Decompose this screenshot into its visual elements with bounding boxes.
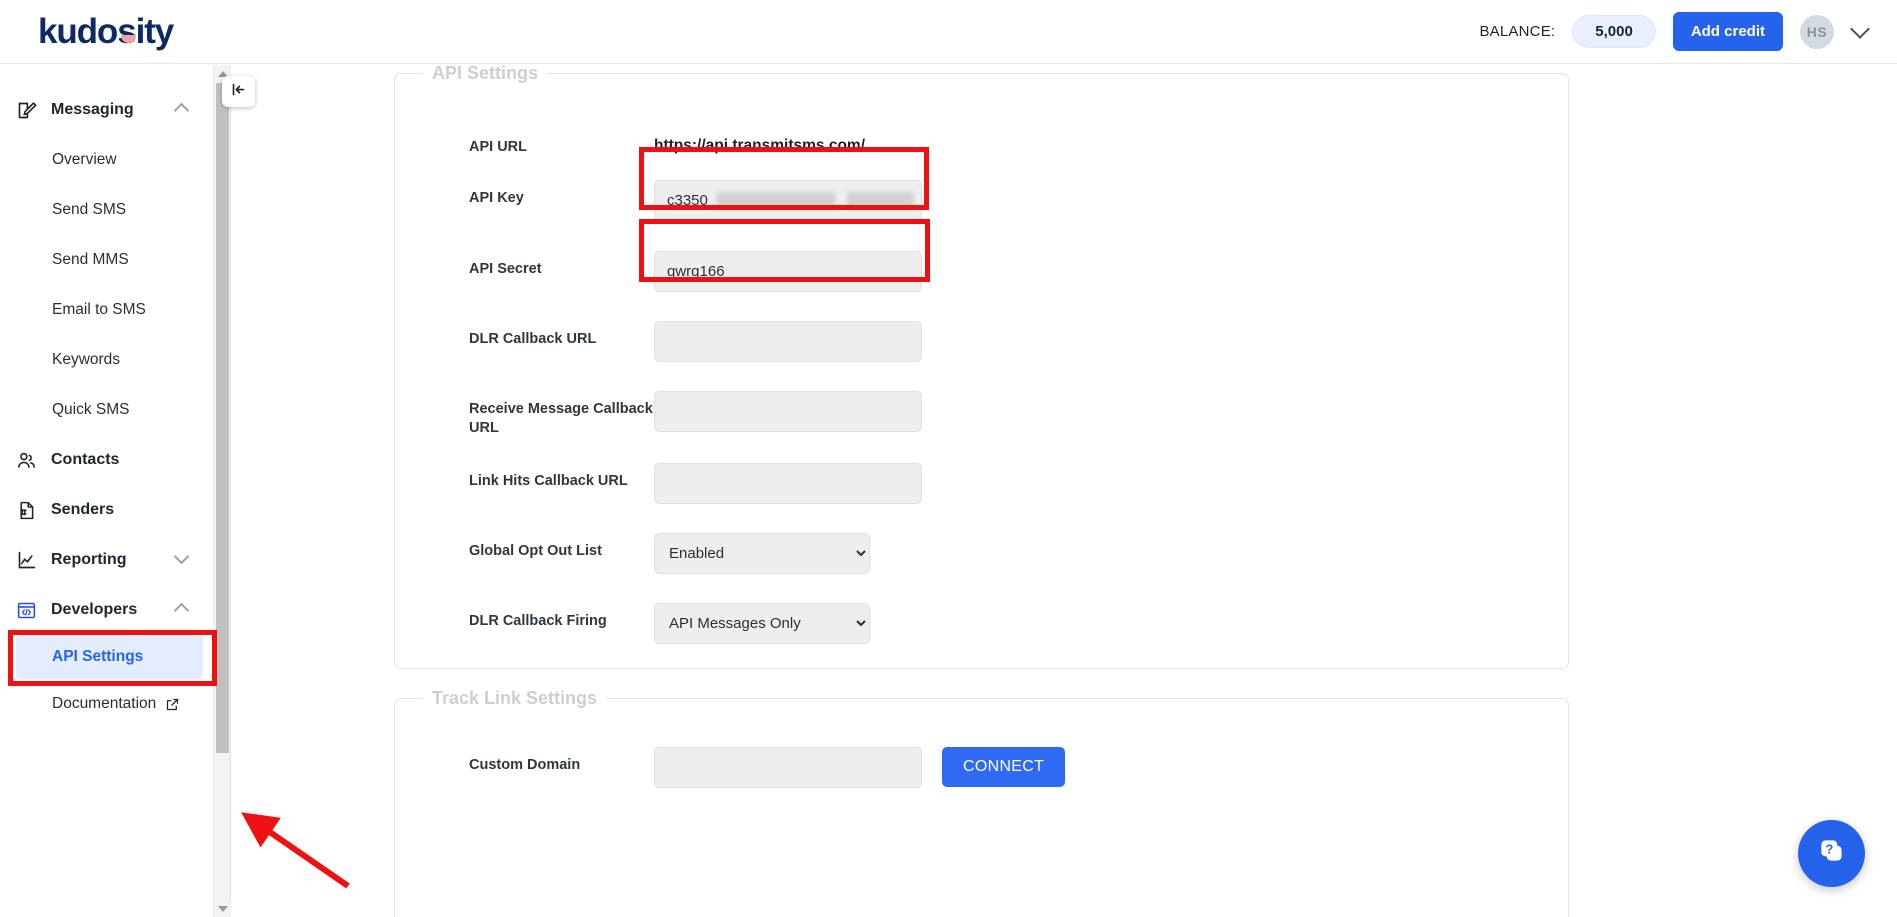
sidebar-label-messaging: Messaging — [51, 101, 134, 118]
row-dlr-callback-url: DLR Callback URL — [469, 321, 922, 362]
dlr-callback-url-input[interactable] — [654, 321, 922, 362]
sidebar-label-email-to-sms: Email to SMS — [52, 301, 146, 318]
chevron-up-icon-messaging[interactable] — [173, 102, 190, 119]
sidebar-item-messaging[interactable]: Messaging — [0, 85, 213, 135]
brand-logo[interactable]: kudosity — [38, 11, 174, 52]
avatar[interactable]: HS — [1800, 14, 1834, 49]
sidebar-label-senders: Senders — [51, 501, 115, 518]
row-custom-domain: Custom Domain CONNECT — [469, 747, 1066, 788]
label-dlr-callback-firing: DLR Callback Firing — [469, 613, 607, 629]
api-secret-input[interactable] — [654, 251, 922, 292]
sidebar-label-documentation: Documentation — [52, 695, 157, 712]
row-global-opt-out-list: Global Opt Out List EnabledDisabled — [469, 533, 870, 574]
scrollbar-thumb[interactable] — [216, 83, 229, 753]
add-credit-button[interactable]: Add credit — [1672, 12, 1783, 51]
sidebar-nav: Messaging Overview Send SMS Send MMS Ema… — [0, 65, 214, 917]
sidebar-item-senders[interactable]: Senders — [0, 485, 213, 535]
value-api-url: https://api.transmitsms.com/ — [654, 137, 866, 154]
sidebar-item-keywords[interactable]: Keywords — [0, 335, 213, 385]
chevron-down-icon-reporting[interactable] — [173, 548, 190, 565]
row-api-key: API Key — [469, 180, 922, 221]
global-opt-out-list-select[interactable]: EnabledDisabled — [654, 533, 870, 574]
brand-logo-text: kudosity — [38, 11, 174, 51]
row-link-hits-callback-url: Link Hits Callback URL — [469, 463, 922, 504]
label-custom-domain: Custom Domain — [469, 757, 581, 773]
label-receive-message-callback-url: Receive Message Callback URL — [469, 401, 653, 436]
row-api-secret: API Secret — [469, 251, 922, 292]
sidebar-label-send-mms: Send MMS — [52, 251, 129, 268]
top-header-bar: kudosity BALANCE: 5,000 Add credit HS — [0, 0, 1897, 64]
label-api-url: API URL — [469, 139, 527, 155]
label-global-opt-out-list: Global Opt Out List — [469, 543, 602, 559]
sidebar-item-email-to-sms[interactable]: Email to SMS — [0, 285, 213, 335]
chart-line-icon — [16, 550, 46, 571]
label-api-key: API Key — [469, 190, 524, 206]
external-link-icon — [165, 697, 180, 712]
track-link-settings-legend: Track Link Settings — [432, 688, 598, 708]
api-settings-panel: API Settings API URL https://api.transmi… — [394, 65, 1569, 669]
chevron-up-icon-developers[interactable] — [173, 602, 190, 619]
compose-icon — [16, 100, 46, 121]
sidebar-label-reporting: Reporting — [51, 551, 127, 568]
sidebar-item-send-sms[interactable]: Send SMS — [0, 185, 213, 235]
label-dlr-callback-url: DLR Callback URL — [469, 331, 597, 347]
sidebar-scrollbar[interactable] — [214, 65, 231, 917]
track-link-settings-panel: Track Link Settings Custom Domain CONNEC… — [394, 688, 1569, 917]
sidebar-label-quick-sms: Quick SMS — [52, 401, 130, 418]
sidebar-label-api-settings: API Settings — [52, 648, 144, 665]
users-icon — [16, 450, 46, 471]
row-receive-message-callback-url: Receive Message Callback URL — [469, 391, 922, 438]
label-api-secret: API Secret — [469, 261, 542, 277]
label-link-hits-callback-url: Link Hits Callback URL — [469, 473, 628, 489]
svg-text:?: ? — [1825, 841, 1833, 856]
row-api-url: API URL https://api.transmitsms.com/ — [469, 129, 865, 157]
api-key-input[interactable] — [654, 180, 922, 221]
header-actions: BALANCE: 5,000 Add credit HS — [1479, 12, 1870, 51]
sidebar-item-contacts[interactable]: Contacts — [0, 435, 213, 485]
sidebar-label-keywords: Keywords — [52, 351, 121, 368]
connect-button[interactable]: CONNECT — [942, 747, 1066, 787]
sidebar-label-developers: Developers — [51, 601, 138, 618]
main-content: API Settings API URL https://api.transmi… — [232, 65, 1897, 917]
code-window-icon — [16, 600, 46, 621]
sidebar-item-reporting[interactable]: Reporting — [0, 535, 213, 585]
question-help-icon: ? — [1815, 834, 1849, 873]
receive-message-callback-url-input[interactable] — [654, 391, 922, 432]
balance-value-pill[interactable]: 5,000 — [1572, 15, 1656, 48]
sidebar-label-contacts: Contacts — [51, 451, 120, 468]
collapse-sidebar-button[interactable] — [222, 76, 255, 107]
sidebar-label-send-sms: Send SMS — [52, 201, 127, 218]
dlr-callback-firing-select[interactable]: API Messages OnlyAll Messages — [654, 603, 870, 644]
sidebar-item-overview[interactable]: Overview — [0, 135, 213, 185]
row-dlr-callback-firing: DLR Callback Firing API Messages OnlyAll… — [469, 603, 870, 644]
sidebar-label-overview: Overview — [52, 151, 117, 168]
scroll-down-arrow[interactable] — [214, 900, 231, 917]
custom-domain-input[interactable] — [654, 747, 922, 788]
sidebar-item-send-mms[interactable]: Send MMS — [0, 235, 213, 285]
document-hash-icon — [16, 500, 46, 521]
link-hits-callback-url-input[interactable] — [654, 463, 922, 504]
balance-label: BALANCE: — [1479, 23, 1556, 40]
api-settings-legend: API Settings — [432, 65, 539, 83]
chevron-down-icon[interactable] — [1850, 18, 1870, 39]
sidebar-item-developers[interactable]: Developers — [0, 585, 213, 635]
sidebar-item-api-settings[interactable]: API Settings — [16, 635, 203, 679]
collapse-sidebar-icon — [230, 82, 247, 102]
sidebar-item-quick-sms[interactable]: Quick SMS — [0, 385, 213, 435]
sidebar-item-documentation[interactable]: Documentation — [0, 679, 213, 729]
help-button[interactable]: ? — [1798, 820, 1865, 887]
